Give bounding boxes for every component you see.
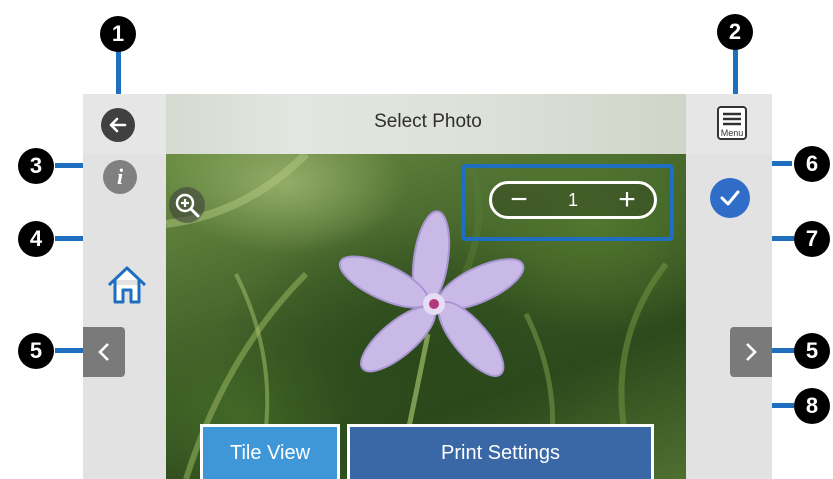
checkmark-icon	[720, 190, 740, 206]
page-title: Select Photo	[374, 111, 482, 132]
back-button[interactable]	[101, 108, 135, 142]
zoom-button[interactable]	[169, 187, 205, 223]
home-button[interactable]	[105, 264, 149, 306]
callout-8: 8	[794, 388, 830, 424]
callout-1: 1	[100, 16, 136, 52]
callout-7: 7	[794, 221, 830, 257]
chevron-right-icon	[746, 343, 757, 361]
callout-4: 4	[18, 221, 54, 257]
menu-label: Menu	[720, 128, 744, 138]
info-button[interactable]: i	[103, 160, 137, 194]
callout-2: 2	[717, 14, 753, 50]
callout-5-right: 5	[794, 333, 830, 369]
info-icon: i	[116, 164, 124, 189]
callout-5-left: 5	[18, 333, 54, 369]
zoom-in-icon	[175, 193, 200, 218]
arrow-left-icon	[109, 117, 127, 133]
previous-photo-button[interactable]	[83, 327, 125, 377]
tile-view-button[interactable]: Tile View	[200, 424, 340, 479]
callout-3: 3	[18, 148, 54, 184]
print-settings-button[interactable]: Print Settings	[347, 424, 654, 479]
stepper-highlight-frame	[461, 164, 674, 241]
next-photo-button[interactable]	[730, 327, 772, 377]
header-bar: Select Photo	[83, 94, 772, 154]
callout-6: 6	[794, 146, 830, 182]
home-icon	[107, 266, 147, 304]
select-check-button[interactable]	[710, 178, 750, 218]
printer-screen: Select Photo Menu i − 1 + Tile View Prin…	[83, 94, 772, 479]
chevron-left-icon	[98, 343, 109, 361]
menu-button[interactable]: Menu	[712, 105, 752, 143]
